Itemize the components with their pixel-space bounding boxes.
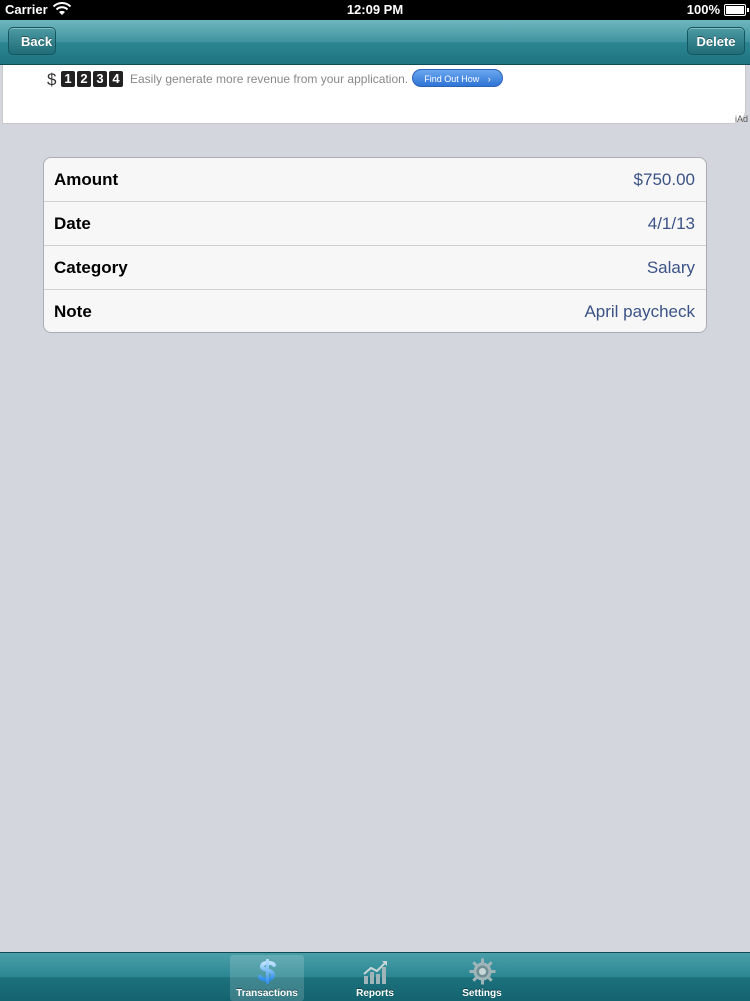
- row-value: $750.00: [633, 170, 695, 189]
- tab-label: Settings: [462, 988, 502, 999]
- find-out-how-label: Find Out How: [424, 74, 480, 84]
- tab-label: Transactions: [236, 988, 298, 999]
- ad-digit: 1: [61, 71, 75, 87]
- iad-label: iAd: [734, 114, 748, 124]
- row-value: Salary: [646, 258, 695, 277]
- gear-icon: [469, 958, 496, 985]
- battery-percent: 100%: [686, 2, 720, 17]
- row-label: Amount: [54, 170, 119, 189]
- row-value: 4/1/13: [647, 214, 695, 233]
- row-value: April paycheck: [584, 302, 695, 321]
- tab-transactions[interactable]: Transactions: [230, 955, 304, 1001]
- transaction-detail-table: Amount $750.00 Date 4/1/13 Category Sala…: [43, 157, 707, 333]
- ad-currency-symbol: $: [47, 70, 57, 89]
- navigation-bar: Back Delete: [0, 20, 750, 65]
- detail-row-note[interactable]: Note April paycheck: [44, 290, 706, 332]
- detail-row-date[interactable]: Date 4/1/13: [44, 202, 706, 246]
- back-button-label: Back: [21, 34, 53, 49]
- ad-digit: 3: [93, 71, 107, 87]
- dollar-icon: [258, 959, 276, 984]
- tab-label: Reports: [356, 988, 394, 999]
- battery-icon: [724, 4, 749, 16]
- delete-button[interactable]: Delete: [687, 27, 745, 55]
- detail-row-category[interactable]: Category Salary: [44, 246, 706, 290]
- back-button[interactable]: Back: [8, 27, 56, 55]
- clock: 12:09 PM: [346, 2, 404, 17]
- chart-icon: [363, 961, 387, 984]
- ad-counter: 1 2 3 4: [61, 71, 123, 87]
- ad-digit: 4: [109, 71, 123, 87]
- status-bar: Carrier 12:09 PM 100%: [0, 0, 750, 20]
- ad-digit: 2: [77, 71, 91, 87]
- ad-text: Easily generate more revenue from your a…: [130, 72, 409, 86]
- tab-reports[interactable]: Reports: [338, 955, 412, 1001]
- find-out-how-button[interactable]: Find Out How ›: [412, 69, 503, 87]
- tab-settings[interactable]: Settings: [445, 955, 519, 1001]
- chevron-right-icon: ›: [487, 74, 491, 84]
- row-label: Date: [54, 214, 91, 233]
- ad-banner[interactable]: $ 1 2 3 4 Easily generate more revenue f…: [2, 65, 748, 124]
- tab-bar: Transactions Reports Settings: [0, 952, 750, 1001]
- detail-row-amount[interactable]: Amount $750.00: [44, 158, 706, 202]
- row-label: Category: [54, 258, 128, 277]
- row-label: Note: [54, 302, 92, 321]
